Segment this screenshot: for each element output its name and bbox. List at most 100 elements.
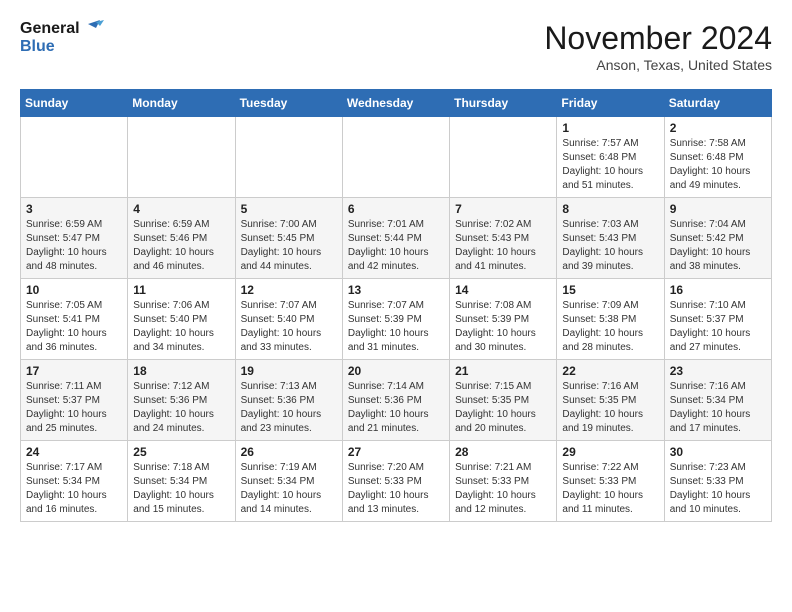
calendar-cell-w3-d1: 11Sunrise: 7:06 AM Sunset: 5:40 PM Dayli…	[128, 279, 235, 360]
day-info: Sunrise: 7:20 AM Sunset: 5:33 PM Dayligh…	[348, 461, 444, 517]
calendar-cell-w2-d4: 7 Sunrise: 7:02 AM Sunset: 5:43 PM Daylig…	[450, 198, 557, 279]
calendar-cell-w1-d5: 1Sunrise: 7:57 AM Sunset: 6:48 PM Daylig…	[557, 117, 664, 198]
weekday-header-wednesday: Wednesday	[342, 90, 449, 117]
day-number: 8	[562, 202, 658, 216]
day-info: Sunrise: 6:59 AM Sunset: 5:47 PM Dayligh…	[26, 218, 122, 274]
day-info: Sunrise: 7:10 AM Sunset: 5:37 PM Dayligh…	[670, 299, 766, 355]
calendar-cell-w3-d6: 16 Sunrise: 7:10 AM Sunset: 5:37 PM Dayli…	[664, 279, 771, 360]
calendar-cell-w1-d3	[342, 117, 449, 198]
calendar-cell-w5-d6: 30Sunrise: 7:23 AM Sunset: 5:33 PM Dayli…	[664, 441, 771, 522]
weekday-header-thursday: Thursday	[450, 90, 557, 117]
day-number: 15	[562, 283, 658, 297]
calendar-cell-w3-d4: 14 Sunrise: 7:08 AM Sunset: 5:39 PM Dayli…	[450, 279, 557, 360]
calendar-cell-w2-d3: 6 Sunrise: 7:01 AM Sunset: 5:44 PM Daylig…	[342, 198, 449, 279]
day-number: 9	[670, 202, 766, 216]
day-info: Sunrise: 7:13 AM Sunset: 5:36 PM Dayligh…	[241, 380, 337, 436]
day-number: 7	[455, 202, 551, 216]
calendar-cell-w1-d0	[21, 117, 128, 198]
day-info: Sunrise: 7:09 AM Sunset: 5:38 PM Dayligh…	[562, 299, 658, 355]
day-number: 1	[562, 121, 658, 135]
calendar-week-5: 24 Sunrise: 7:17 AM Sunset: 5:34 PM Dayli…	[21, 441, 772, 522]
logo-general: General	[20, 20, 80, 38]
calendar-cell-w3-d0: 10 Sunrise: 7:05 AM Sunset: 5:41 PM Dayli…	[21, 279, 128, 360]
day-info: Sunrise: 7:21 AM Sunset: 5:33 PM Dayligh…	[455, 461, 551, 517]
calendar-cell-w5-d2: 26 Sunrise: 7:19 AM Sunset: 5:34 PM Dayli…	[235, 441, 342, 522]
day-number: 27	[348, 445, 444, 459]
calendar-cell-w3-d2: 12 Sunrise: 7:07 AM Sunset: 5:40 PM Dayli…	[235, 279, 342, 360]
weekday-header-saturday: Saturday	[664, 90, 771, 117]
calendar-cell-w1-d1	[128, 117, 235, 198]
calendar-cell-w1-d4	[450, 117, 557, 198]
calendar-week-4: 17Sunrise: 7:11 AM Sunset: 5:37 PM Dayli…	[21, 360, 772, 441]
calendar-cell-w4-d5: 22Sunrise: 7:16 AM Sunset: 5:35 PM Dayli…	[557, 360, 664, 441]
weekday-header-tuesday: Tuesday	[235, 90, 342, 117]
day-info: Sunrise: 7:01 AM Sunset: 5:44 PM Dayligh…	[348, 218, 444, 274]
calendar-week-2: 3 Sunrise: 6:59 AM Sunset: 5:47 PM Daylig…	[21, 198, 772, 279]
day-info: Sunrise: 7:05 AM Sunset: 5:41 PM Dayligh…	[26, 299, 122, 355]
day-number: 3	[26, 202, 122, 216]
calendar-cell-w1-d6: 2Sunrise: 7:58 AM Sunset: 6:48 PM Daylig…	[664, 117, 771, 198]
calendar-cell-w4-d4: 21 Sunrise: 7:15 AM Sunset: 5:35 PM Dayli…	[450, 360, 557, 441]
day-number: 21	[455, 364, 551, 378]
logo: General Blue	[20, 20, 104, 56]
calendar-cell-w4-d6: 23Sunrise: 7:16 AM Sunset: 5:34 PM Dayli…	[664, 360, 771, 441]
calendar-cell-w2-d6: 9 Sunrise: 7:04 AM Sunset: 5:42 PM Daylig…	[664, 198, 771, 279]
day-number: 13	[348, 283, 444, 297]
calendar-cell-w4-d1: 18 Sunrise: 7:12 AM Sunset: 5:36 PM Dayli…	[128, 360, 235, 441]
day-info: Sunrise: 7:14 AM Sunset: 5:36 PM Dayligh…	[348, 380, 444, 436]
calendar-week-3: 10 Sunrise: 7:05 AM Sunset: 5:41 PM Dayli…	[21, 279, 772, 360]
weekday-header-sunday: Sunday	[21, 90, 128, 117]
calendar-cell-w2-d5: 8 Sunrise: 7:03 AM Sunset: 5:43 PM Daylig…	[557, 198, 664, 279]
calendar-table: SundayMondayTuesdayWednesdayThursdayFrid…	[20, 89, 772, 522]
weekday-header-monday: Monday	[128, 90, 235, 117]
day-number: 14	[455, 283, 551, 297]
weekday-header-row: SundayMondayTuesdayWednesdayThursdayFrid…	[21, 90, 772, 117]
day-info: Sunrise: 7:07 AM Sunset: 5:39 PM Dayligh…	[348, 299, 444, 355]
calendar-cell-w3-d5: 15 Sunrise: 7:09 AM Sunset: 5:38 PM Dayli…	[557, 279, 664, 360]
day-number: 18	[133, 364, 229, 378]
day-number: 28	[455, 445, 551, 459]
month-title: November 2024	[544, 20, 772, 57]
day-info: Sunrise: 7:03 AM Sunset: 5:43 PM Dayligh…	[562, 218, 658, 274]
day-number: 26	[241, 445, 337, 459]
day-info: Sunrise: 7:00 AM Sunset: 5:45 PM Dayligh…	[241, 218, 337, 274]
day-number: 29	[562, 445, 658, 459]
calendar-cell-w5-d4: 28 Sunrise: 7:21 AM Sunset: 5:33 PM Dayli…	[450, 441, 557, 522]
calendar-week-1: 1Sunrise: 7:57 AM Sunset: 6:48 PM Daylig…	[21, 117, 772, 198]
logo-bird-icon	[82, 20, 104, 38]
day-number: 2	[670, 121, 766, 135]
calendar-cell-w3-d3: 13 Sunrise: 7:07 AM Sunset: 5:39 PM Dayli…	[342, 279, 449, 360]
calendar-cell-w2-d2: 5 Sunrise: 7:00 AM Sunset: 5:45 PM Daylig…	[235, 198, 342, 279]
title-block: November 2024 Anson, Texas, United State…	[544, 20, 772, 73]
day-number: 16	[670, 283, 766, 297]
day-number: 5	[241, 202, 337, 216]
day-number: 10	[26, 283, 122, 297]
calendar-cell-w4-d0: 17Sunrise: 7:11 AM Sunset: 5:37 PM Dayli…	[21, 360, 128, 441]
day-number: 20	[348, 364, 444, 378]
day-info: Sunrise: 7:19 AM Sunset: 5:34 PM Dayligh…	[241, 461, 337, 517]
day-info: Sunrise: 6:59 AM Sunset: 5:46 PM Dayligh…	[133, 218, 229, 274]
day-info: Sunrise: 7:07 AM Sunset: 5:40 PM Dayligh…	[241, 299, 337, 355]
day-info: Sunrise: 7:15 AM Sunset: 5:35 PM Dayligh…	[455, 380, 551, 436]
day-info: Sunrise: 7:02 AM Sunset: 5:43 PM Dayligh…	[455, 218, 551, 274]
calendar-cell-w1-d2	[235, 117, 342, 198]
day-number: 6	[348, 202, 444, 216]
day-info: Sunrise: 7:04 AM Sunset: 5:42 PM Dayligh…	[670, 218, 766, 274]
day-info: Sunrise: 7:18 AM Sunset: 5:34 PM Dayligh…	[133, 461, 229, 517]
location: Anson, Texas, United States	[544, 57, 772, 73]
day-number: 24	[26, 445, 122, 459]
day-info: Sunrise: 7:12 AM Sunset: 5:36 PM Dayligh…	[133, 380, 229, 436]
day-number: 17	[26, 364, 122, 378]
day-info: Sunrise: 7:22 AM Sunset: 5:33 PM Dayligh…	[562, 461, 658, 517]
day-info: Sunrise: 7:08 AM Sunset: 5:39 PM Dayligh…	[455, 299, 551, 355]
day-info: Sunrise: 7:17 AM Sunset: 5:34 PM Dayligh…	[26, 461, 122, 517]
calendar-cell-w2-d1: 4 Sunrise: 6:59 AM Sunset: 5:46 PM Daylig…	[128, 198, 235, 279]
day-number: 4	[133, 202, 229, 216]
day-number: 12	[241, 283, 337, 297]
calendar-cell-w4-d3: 20 Sunrise: 7:14 AM Sunset: 5:36 PM Dayli…	[342, 360, 449, 441]
day-info: Sunrise: 7:06 AM Sunset: 5:40 PM Dayligh…	[133, 299, 229, 355]
calendar-cell-w4-d2: 19Sunrise: 7:13 AM Sunset: 5:36 PM Dayli…	[235, 360, 342, 441]
weekday-header-friday: Friday	[557, 90, 664, 117]
day-info: Sunrise: 7:16 AM Sunset: 5:35 PM Dayligh…	[562, 380, 658, 436]
day-number: 23	[670, 364, 766, 378]
